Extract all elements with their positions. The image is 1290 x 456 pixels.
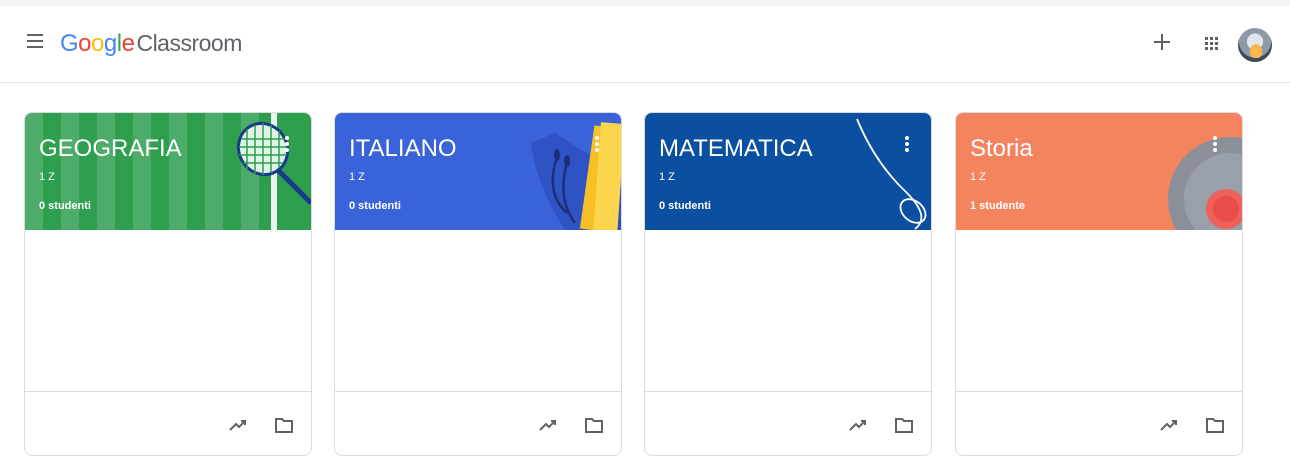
tennis-racket-icon <box>25 113 311 230</box>
folder-icon <box>1206 418 1224 433</box>
class-title-link[interactable]: MATEMATICA <box>659 135 813 163</box>
logo-letter: g <box>103 30 117 57</box>
google-apps-button[interactable] <box>1200 32 1222 54</box>
gradebook-trend-button[interactable] <box>537 414 559 436</box>
student-count: 0 studenti <box>349 200 401 212</box>
student-count: 0 studenti <box>659 200 711 212</box>
class-title-link[interactable]: Storia <box>970 135 1033 163</box>
main-menu-button[interactable] <box>24 34 46 52</box>
class-drive-folder-button[interactable] <box>893 414 915 436</box>
card-header: GEOGRAFIA 1 Z 0 studenti <box>25 113 311 230</box>
card-footer <box>25 391 311 455</box>
class-section: 1 Z <box>39 171 55 183</box>
class-card-geografia[interactable]: GEOGRAFIA 1 Z 0 studenti <box>24 112 312 456</box>
card-header: Storia 1 Z 1 studente <box>956 113 1242 230</box>
string-loop-icon <box>856 118 927 230</box>
more-options-button[interactable] <box>1209 135 1221 157</box>
logo-letter: o <box>91 30 104 57</box>
plus-icon <box>1154 34 1170 50</box>
class-card-storia[interactable]: Storia 1 Z 1 studente <box>955 112 1243 456</box>
product-name: Classroom <box>136 30 242 56</box>
logo-letter: o <box>78 30 92 57</box>
logo-letter: e <box>121 30 135 57</box>
class-drive-folder-button[interactable] <box>583 414 605 436</box>
create-or-join-button[interactable] <box>1150 30 1174 54</box>
card-header: MATEMATICA 1 Z 0 studenti <box>645 113 931 230</box>
books-headphones-icon <box>531 122 621 230</box>
student-count: 1 studente <box>970 200 1026 212</box>
card-header: ITALIANO 1 Z 0 studenti <box>335 113 621 230</box>
google-classroom-logo[interactable]: GoogleClassroom <box>60 30 242 58</box>
trending-up-icon <box>539 420 556 431</box>
student-count: 0 studenti <box>39 200 91 212</box>
card-footer <box>645 391 931 455</box>
more-options-button[interactable] <box>901 135 913 157</box>
class-title-link[interactable]: ITALIANO <box>349 135 457 163</box>
card-footer <box>956 391 1242 455</box>
gradebook-trend-button[interactable] <box>847 414 869 436</box>
logo-letter: G <box>60 30 79 57</box>
class-card-italiano[interactable]: ITALIANO 1 Z 0 studenti <box>334 112 622 456</box>
class-section: 1 Z <box>970 171 986 183</box>
more-options-button[interactable] <box>591 135 603 157</box>
more-options-button[interactable] <box>281 135 293 157</box>
gradebook-trend-button[interactable] <box>227 414 249 436</box>
gradebook-trend-button[interactable] <box>1158 414 1180 436</box>
folder-icon <box>275 418 293 433</box>
trending-up-icon <box>1160 420 1177 431</box>
account-avatar[interactable] <box>1238 28 1272 62</box>
class-title-link[interactable]: GEOGRAFIA <box>39 135 182 163</box>
class-section: 1 Z <box>349 171 365 183</box>
class-drive-folder-button[interactable] <box>273 414 295 436</box>
folder-icon <box>895 418 913 433</box>
trending-up-icon <box>849 420 866 431</box>
trending-up-icon <box>229 420 246 431</box>
class-section: 1 Z <box>659 171 675 183</box>
app-bar: GoogleClassroom <box>0 6 1290 83</box>
vinyl-record-icon <box>1168 137 1242 230</box>
class-drive-folder-button[interactable] <box>1204 414 1226 436</box>
card-footer <box>335 391 621 455</box>
folder-icon <box>585 418 603 433</box>
class-card-matematica[interactable]: MATEMATICA 1 Z 0 studenti <box>644 112 932 456</box>
apps-grid-icon <box>1205 37 1218 50</box>
